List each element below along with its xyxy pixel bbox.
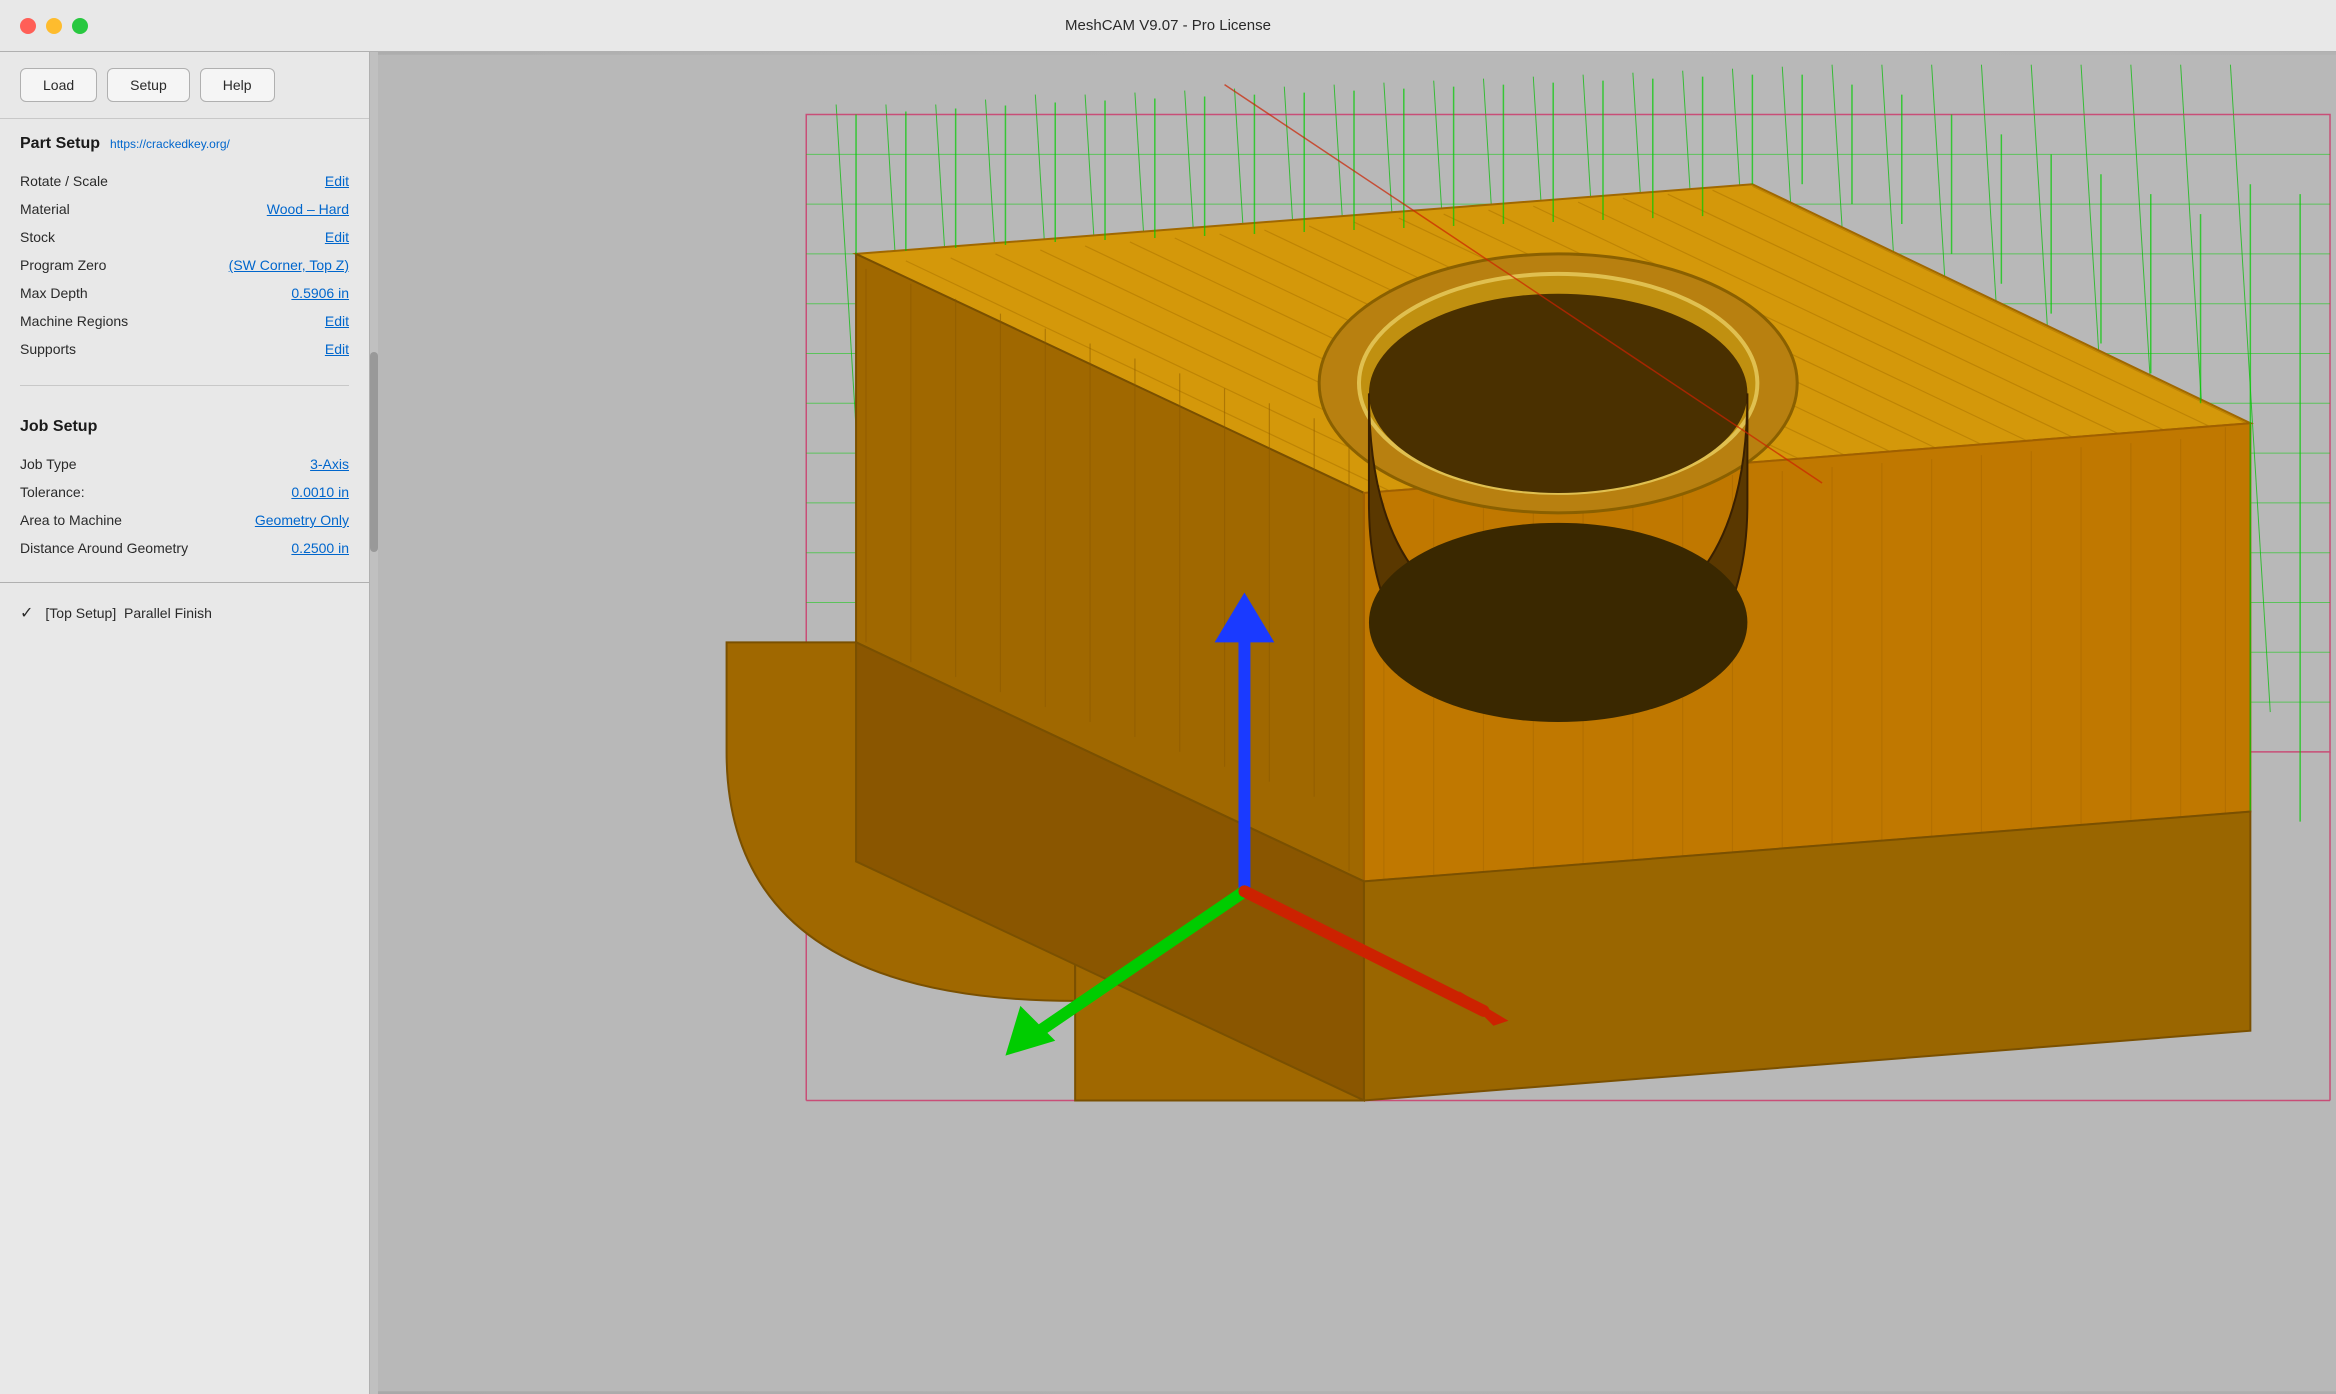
tolerance-row: Tolerance: 0.0010 in xyxy=(20,478,349,506)
scene xyxy=(378,52,2336,1394)
minimize-button[interactable] xyxy=(46,18,62,34)
part-setup-section: Part Setup https://crackedkey.org/ Rotat… xyxy=(0,119,369,373)
load-button[interactable]: Load xyxy=(20,68,97,102)
job-setup-section: Job Setup Job Type 3-Axis Tolerance: 0.0… xyxy=(0,398,369,572)
program-zero-value[interactable]: (SW Corner, Top Z) xyxy=(229,257,349,273)
stock-value[interactable]: Edit xyxy=(325,229,349,245)
rotate-scale-row: Rotate / Scale Edit xyxy=(20,167,349,195)
divider-1 xyxy=(20,385,349,386)
part-setup-url[interactable]: https://crackedkey.org/ xyxy=(110,137,230,151)
machine-regions-label: Machine Regions xyxy=(20,313,128,329)
list-item[interactable]: ✓ [Top Setup] Parallel Finish xyxy=(16,595,353,631)
scrollbar[interactable] xyxy=(370,52,378,1394)
max-depth-row: Max Depth 0.5906 in xyxy=(20,279,349,307)
job-type-row: Job Type 3-Axis xyxy=(20,450,349,478)
job-type-value[interactable]: 3-Axis xyxy=(310,456,349,472)
close-button[interactable] xyxy=(20,18,36,34)
operations-section: ✓ [Top Setup] Parallel Finish xyxy=(0,582,369,1394)
window-title: MeshCAM V9.07 - Pro License xyxy=(1065,17,1271,34)
distance-label: Distance Around Geometry xyxy=(20,540,188,556)
stock-label: Stock xyxy=(20,229,55,245)
viewport[interactable] xyxy=(378,52,2336,1394)
tolerance-value[interactable]: 0.0010 in xyxy=(291,484,349,500)
supports-value[interactable]: Edit xyxy=(325,341,349,357)
program-zero-label: Program Zero xyxy=(20,257,106,273)
material-row: Material Wood – Hard xyxy=(20,195,349,223)
area-label: Area to Machine xyxy=(20,512,122,528)
tolerance-label: Tolerance: xyxy=(20,484,85,500)
help-button[interactable]: Help xyxy=(200,68,275,102)
area-row: Area to Machine Geometry Only xyxy=(20,506,349,534)
program-zero-row: Program Zero (SW Corner, Top Z) xyxy=(20,251,349,279)
scene-svg xyxy=(378,52,2336,1394)
rotate-scale-value[interactable]: Edit xyxy=(325,173,349,189)
material-label: Material xyxy=(20,201,70,217)
job-type-label: Job Type xyxy=(20,456,77,472)
scroll-thumb[interactable] xyxy=(370,352,378,552)
distance-row: Distance Around Geometry 0.2500 in xyxy=(20,534,349,562)
window-controls xyxy=(20,18,88,34)
part-setup-title: Part Setup xyxy=(20,135,100,153)
machine-regions-row: Machine Regions Edit xyxy=(20,307,349,335)
max-depth-value[interactable]: 0.5906 in xyxy=(291,285,349,301)
part-setup-header: Part Setup https://crackedkey.org/ xyxy=(20,135,349,153)
material-value[interactable]: Wood – Hard xyxy=(267,201,349,217)
area-value[interactable]: Geometry Only xyxy=(255,512,349,528)
op-name: [Top Setup] Parallel Finish xyxy=(45,605,212,621)
main-layout: Load Setup Help Part Setup https://crack… xyxy=(0,52,2336,1394)
setup-button[interactable]: Setup xyxy=(107,68,190,102)
maximize-button[interactable] xyxy=(72,18,88,34)
supports-row: Supports Edit xyxy=(20,335,349,363)
distance-value[interactable]: 0.2500 in xyxy=(291,540,349,556)
sidebar: Load Setup Help Part Setup https://crack… xyxy=(0,52,370,1394)
supports-label: Supports xyxy=(20,341,76,357)
toolbar: Load Setup Help xyxy=(0,52,369,119)
machine-regions-value[interactable]: Edit xyxy=(325,313,349,329)
titlebar: MeshCAM V9.07 - Pro License xyxy=(0,0,2336,52)
stock-row: Stock Edit xyxy=(20,223,349,251)
op-checkmark: ✓ xyxy=(20,603,33,623)
max-depth-label: Max Depth xyxy=(20,285,88,301)
rotate-scale-label: Rotate / Scale xyxy=(20,173,108,189)
job-setup-title: Job Setup xyxy=(20,414,349,450)
